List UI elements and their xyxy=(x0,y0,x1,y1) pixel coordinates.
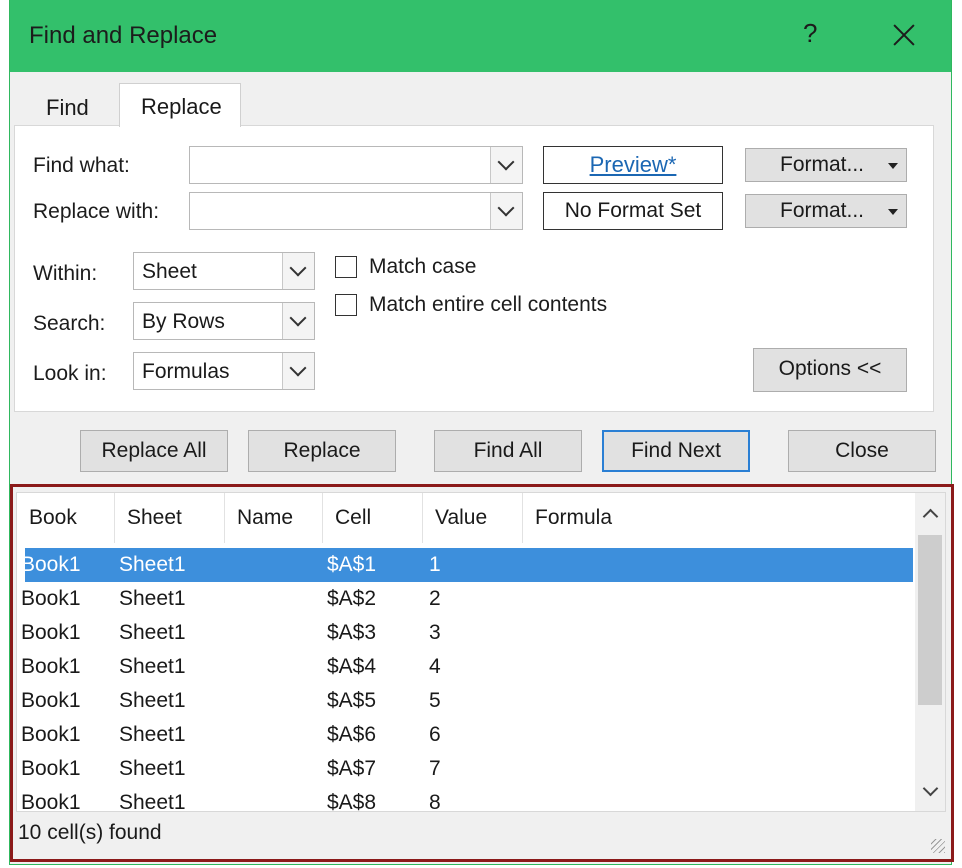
table-cell: $A$6 xyxy=(327,723,377,746)
table-row[interactable]: Book1 Sheet1 $A$7 7 xyxy=(21,752,913,786)
table-row[interactable]: Book1 Sheet1 $A$2 2 xyxy=(21,582,913,616)
table-cell: $A$4 xyxy=(327,655,377,678)
col-header-formula[interactable]: Formula xyxy=(523,493,913,543)
chevron-down-icon[interactable] xyxy=(490,147,522,183)
find-what-input[interactable] xyxy=(189,146,523,184)
table-cell: Book1 xyxy=(21,791,81,812)
table-cell: $A$7 xyxy=(327,757,377,780)
table-cell: 5 xyxy=(429,689,441,712)
within-label: Within: xyxy=(33,262,98,285)
table-cell: Sheet1 xyxy=(119,587,186,610)
col-header-cell[interactable]: Cell xyxy=(323,493,423,543)
no-format-box: No Format Set xyxy=(543,192,723,230)
match-case-checkbox[interactable] xyxy=(335,256,357,278)
replace-panel: Find what: Preview* Format... Replace wi… xyxy=(14,125,934,412)
table-cell: Sheet1 xyxy=(119,689,186,712)
table-cell: 4 xyxy=(429,655,441,678)
table-cell: Sheet1 xyxy=(119,791,186,812)
chevron-down-icon[interactable] xyxy=(282,353,314,389)
col-header-name[interactable]: Name xyxy=(225,493,323,543)
find-format-button[interactable]: Format... xyxy=(745,148,907,182)
tab-find[interactable]: Find xyxy=(46,95,89,121)
table-cell: 1 xyxy=(429,553,441,576)
col-header-book[interactable]: Book xyxy=(17,493,115,543)
look-in-label: Look in: xyxy=(33,362,107,385)
table-cell: Book1 xyxy=(21,655,81,678)
preview-link[interactable]: Preview* xyxy=(590,152,677,177)
match-case-label: Match case xyxy=(369,255,477,278)
title-bar: Find and Replace ? xyxy=(10,0,951,72)
replace-with-input[interactable] xyxy=(189,192,523,230)
table-cell: $A$5 xyxy=(327,689,377,712)
table-cell: 2 xyxy=(429,587,441,610)
within-select[interactable]: Sheet xyxy=(133,252,315,290)
match-entire-label: Match entire cell contents xyxy=(369,293,608,316)
table-cell: Book1 xyxy=(21,723,81,746)
table-cell: $A$1 xyxy=(327,553,377,576)
replace-format-button[interactable]: Format... xyxy=(745,194,907,228)
search-label: Search: xyxy=(33,312,106,335)
options-button[interactable]: Options << xyxy=(753,348,907,392)
caret-down-icon xyxy=(888,163,898,169)
table-row[interactable]: Book1 Sheet1 $A$5 5 xyxy=(21,684,913,718)
dialog-title: Find and Replace xyxy=(29,22,218,49)
replace-all-button[interactable]: Replace All xyxy=(80,430,228,472)
within-value: Sheet xyxy=(142,260,197,283)
search-value: By Rows xyxy=(142,310,225,333)
replace-with-label: Replace with: xyxy=(33,200,160,223)
results-status: 10 cell(s) found xyxy=(18,821,162,844)
find-all-button[interactable]: Find All xyxy=(434,430,582,472)
tab-replace[interactable]: Replace xyxy=(119,83,241,127)
close-icon[interactable] xyxy=(890,16,918,52)
table-row[interactable]: Book1 Sheet1 $A$4 4 xyxy=(21,650,913,684)
table-cell: 6 xyxy=(429,723,441,746)
scroll-down-icon[interactable] xyxy=(915,777,945,807)
close-button[interactable]: Close xyxy=(788,430,936,472)
replace-format-label: Format... xyxy=(780,199,865,222)
table-cell: $A$8 xyxy=(327,791,377,812)
results-list: Book Sheet Name Cell Value Formula Book1… xyxy=(16,492,946,812)
results-scrollbar[interactable] xyxy=(915,493,945,811)
resize-grip-icon[interactable] xyxy=(931,839,945,853)
table-cell: Book1 xyxy=(21,587,81,610)
look-in-select[interactable]: Formulas xyxy=(133,352,315,390)
scroll-thumb[interactable] xyxy=(918,535,942,705)
find-next-button[interactable]: Find Next xyxy=(602,430,750,472)
chevron-down-icon[interactable] xyxy=(282,253,314,289)
table-row[interactable]: Book1 Sheet1 $A$3 3 xyxy=(21,616,913,650)
chevron-down-icon[interactable] xyxy=(282,303,314,339)
table-cell: 8 xyxy=(429,791,441,812)
table-cell: $A$3 xyxy=(327,621,377,644)
chevron-down-icon[interactable] xyxy=(490,193,522,229)
preview-box: Preview* xyxy=(543,146,723,184)
table-cell: 7 xyxy=(429,757,441,780)
find-what-label: Find what: xyxy=(33,154,130,177)
col-header-value[interactable]: Value xyxy=(423,493,523,543)
table-cell: Sheet1 xyxy=(119,553,186,576)
table-cell: Sheet1 xyxy=(119,723,186,746)
table-cell: Sheet1 xyxy=(119,655,186,678)
replace-button[interactable]: Replace xyxy=(248,430,396,472)
table-row[interactable]: Book1 Sheet1 $A$8 8 xyxy=(21,786,913,812)
table-cell: 3 xyxy=(429,621,441,644)
col-header-sheet[interactable]: Sheet xyxy=(115,493,225,543)
table-cell: Book1 xyxy=(21,553,81,576)
help-button[interactable]: ? xyxy=(803,18,817,49)
search-select[interactable]: By Rows xyxy=(133,302,315,340)
table-row[interactable]: Book1 Sheet1 $A$1 1 xyxy=(21,548,913,582)
find-format-label: Format... xyxy=(780,153,865,176)
results-pane: Book Sheet Name Cell Value Formula Book1… xyxy=(10,484,954,862)
table-row[interactable]: Book1 Sheet1 $A$6 6 xyxy=(21,718,913,752)
table-cell: $A$2 xyxy=(327,587,377,610)
match-entire-checkbox[interactable] xyxy=(335,294,357,316)
scroll-up-icon[interactable] xyxy=(915,499,945,529)
table-cell: Book1 xyxy=(21,757,81,780)
table-cell: Sheet1 xyxy=(119,757,186,780)
caret-down-icon xyxy=(888,209,898,215)
look-in-value: Formulas xyxy=(142,360,230,383)
table-cell: Book1 xyxy=(21,689,81,712)
table-cell: Sheet1 xyxy=(119,621,186,644)
table-cell: Book1 xyxy=(21,621,81,644)
